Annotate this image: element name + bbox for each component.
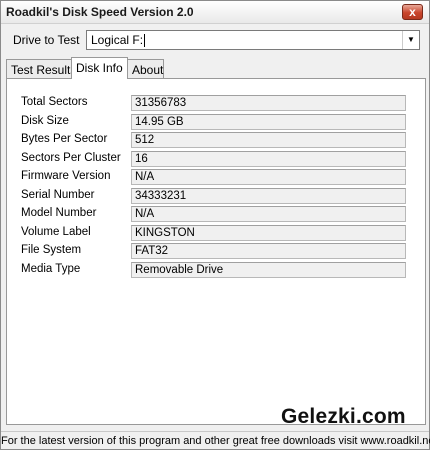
chevron-down-icon[interactable]: ▼ xyxy=(402,31,419,49)
info-row-bytes-per-sector: Bytes Per Sector 512 xyxy=(21,132,406,148)
info-label: Sectors Per Cluster xyxy=(21,151,121,164)
tab-disk-info[interactable]: Disk Info xyxy=(71,57,128,79)
info-label: Bytes Per Sector xyxy=(21,133,108,145)
info-value: N/A xyxy=(131,206,406,222)
info-value: 34333231 xyxy=(131,187,406,204)
title-bar[interactable]: Roadkil's Disk Speed Version 2.0 x xyxy=(1,1,429,24)
info-row-firmware-version: Firmware Version N/A xyxy=(21,169,406,185)
window-title: Roadkil's Disk Speed Version 2.0 xyxy=(6,5,194,19)
info-row-file-system: File System FAT32 xyxy=(21,243,406,259)
watermark-text: Gelezki.com xyxy=(281,405,406,428)
info-value: 512 xyxy=(131,132,406,148)
tab-label: Test Results xyxy=(11,63,77,77)
tab-label: Disk Info xyxy=(76,61,123,75)
drive-select[interactable]: Logical F: ▼ xyxy=(86,30,420,50)
tab-label: About xyxy=(132,63,164,77)
info-value: Removable Drive xyxy=(131,261,406,278)
info-row-volume-label: Volume Label KINGSTON xyxy=(21,224,406,241)
info-row-media-type: Media Type Removable Drive xyxy=(21,261,406,278)
info-value: 16 xyxy=(131,150,406,167)
info-label: Serial Number xyxy=(21,188,95,201)
close-button[interactable]: x xyxy=(402,4,423,20)
info-label: Volume Label xyxy=(21,225,91,238)
status-bar: For the latest version of this program a… xyxy=(1,431,430,449)
status-text: For the latest version of this program a… xyxy=(1,435,430,447)
drive-row: Drive to Test Logical F: ▼ xyxy=(1,29,429,51)
tab-about[interactable]: About xyxy=(127,59,164,79)
tab-test-results[interactable]: Test Results xyxy=(6,59,76,79)
app-window: Roadkil's Disk Speed Version 2.0 x Drive… xyxy=(0,0,430,450)
info-label: Disk Size xyxy=(21,114,69,127)
info-label: Firmware Version xyxy=(21,170,111,182)
info-value: KINGSTON xyxy=(131,224,406,241)
info-label: File System xyxy=(21,244,82,256)
close-icon: x xyxy=(409,5,416,19)
info-label: Model Number xyxy=(21,207,97,219)
disk-info-panel: Total Sectors 31356783 Disk Size 14.95 G… xyxy=(6,78,426,425)
info-row-serial-number: Serial Number 34333231 xyxy=(21,187,406,204)
info-value: 14.95 GB xyxy=(131,113,406,130)
drive-to-test-label: Drive to Test xyxy=(13,33,80,47)
info-value: 31356783 xyxy=(131,95,406,111)
info-value: N/A xyxy=(131,169,406,185)
info-label: Total Sectors xyxy=(21,96,88,108)
info-row-disk-size: Disk Size 14.95 GB xyxy=(21,113,406,130)
text-caret xyxy=(144,34,145,47)
drive-select-value: Logical F: xyxy=(91,33,144,47)
info-row-sectors-per-cluster: Sectors Per Cluster 16 xyxy=(21,150,406,167)
info-value: FAT32 xyxy=(131,243,406,259)
info-label: Media Type xyxy=(21,262,81,275)
info-row-model-number: Model Number N/A xyxy=(21,206,406,222)
info-row-total-sectors: Total Sectors 31356783 xyxy=(21,95,406,111)
